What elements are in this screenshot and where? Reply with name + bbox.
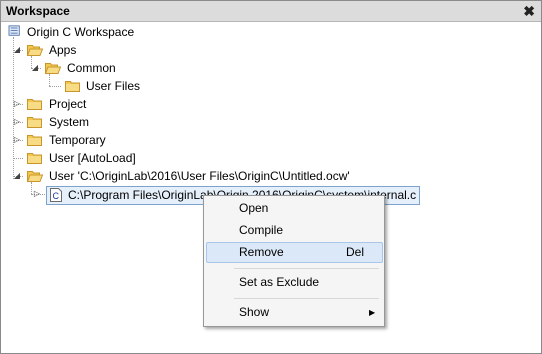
collapse-arrow-icon[interactable]: ◢	[13, 41, 21, 59]
tree-item-label: Temporary	[49, 133, 106, 147]
menu-item-remove[interactable]: Remove Del	[206, 242, 383, 263]
workspace-icon	[8, 25, 20, 36]
tree-item-user-autoload[interactable]: User [AutoLoad]	[15, 149, 215, 167]
menu-item-label: Set as Exclude	[239, 275, 320, 289]
tree-item-label: Origin C Workspace	[27, 25, 135, 39]
menu-item-open[interactable]: Open	[206, 198, 381, 219]
menu-item-show[interactable]: Show ▶	[206, 302, 381, 323]
expand-arrow-icon[interactable]: ▷	[13, 95, 21, 113]
close-icon[interactable]: ✖	[523, 3, 535, 19]
tree-item-label: Common	[67, 61, 116, 75]
tree-item-label: User [AutoLoad]	[49, 151, 136, 165]
tree-item-user-files[interactable]: User Files	[61, 77, 211, 95]
svg-text:C: C	[53, 191, 60, 201]
c-source-file-icon: C	[50, 188, 62, 202]
tree-item-project[interactable]: ▷ Project	[13, 95, 165, 113]
folder-icon	[27, 99, 42, 110]
folder-icon	[65, 81, 80, 92]
collapse-arrow-icon[interactable]: ◢	[31, 59, 39, 77]
tree-item-label: Apps	[49, 43, 77, 57]
open-folder-icon	[27, 171, 43, 182]
context-menu: Open Compile Remove Del Set as Exclude S…	[203, 195, 385, 327]
menu-item-label: Compile	[239, 223, 284, 237]
tree-item-system[interactable]: ▷ System	[13, 113, 165, 131]
menu-item-label: Open	[239, 201, 269, 215]
folder-icon	[27, 117, 42, 128]
expand-arrow-icon[interactable]: ▷	[33, 185, 41, 203]
tree-item-label: Project	[49, 97, 87, 111]
expand-arrow-icon[interactable]: ▷	[13, 131, 21, 149]
tree-item-label: User 'C:\OriginLab\2016\User Files\Origi…	[49, 169, 350, 183]
folder-icon	[27, 153, 42, 164]
workspace-window: Workspace ✖ Origin C Workspace ◢ Apps ◢ …	[0, 0, 542, 354]
tree-item-label: System	[49, 115, 90, 129]
collapse-arrow-icon[interactable]: ◢	[13, 167, 21, 185]
tree-item-root[interactable]: Origin C Workspace	[5, 23, 205, 41]
window-title: Workspace	[6, 4, 70, 18]
submenu-arrow-icon: ▶	[369, 308, 376, 317]
expand-arrow-icon[interactable]: ▷	[13, 113, 21, 131]
menu-item-shortcut: Del	[346, 245, 365, 259]
open-folder-icon	[45, 63, 61, 74]
tree-item-user-path[interactable]: ◢ User 'C:\OriginLab\2016\User Files\Ori…	[13, 167, 415, 185]
title-bar: Workspace ✖	[1, 1, 541, 22]
tree-item-label: User Files	[86, 79, 141, 93]
menu-item-label: Show	[239, 305, 270, 319]
menu-separator	[234, 298, 379, 299]
folder-icon	[27, 135, 42, 146]
open-folder-icon	[27, 45, 43, 56]
menu-item-label: Remove	[239, 245, 284, 259]
menu-item-compile[interactable]: Compile	[206, 220, 381, 241]
tree-item-apps[interactable]: ◢ Apps	[13, 41, 165, 59]
menu-separator	[234, 268, 379, 269]
menu-item-set-as-exclude[interactable]: Set as Exclude	[206, 272, 381, 293]
tree-item-temporary[interactable]: ▷ Temporary	[13, 131, 165, 149]
tree-item-common[interactable]: ◢ Common	[31, 59, 183, 77]
